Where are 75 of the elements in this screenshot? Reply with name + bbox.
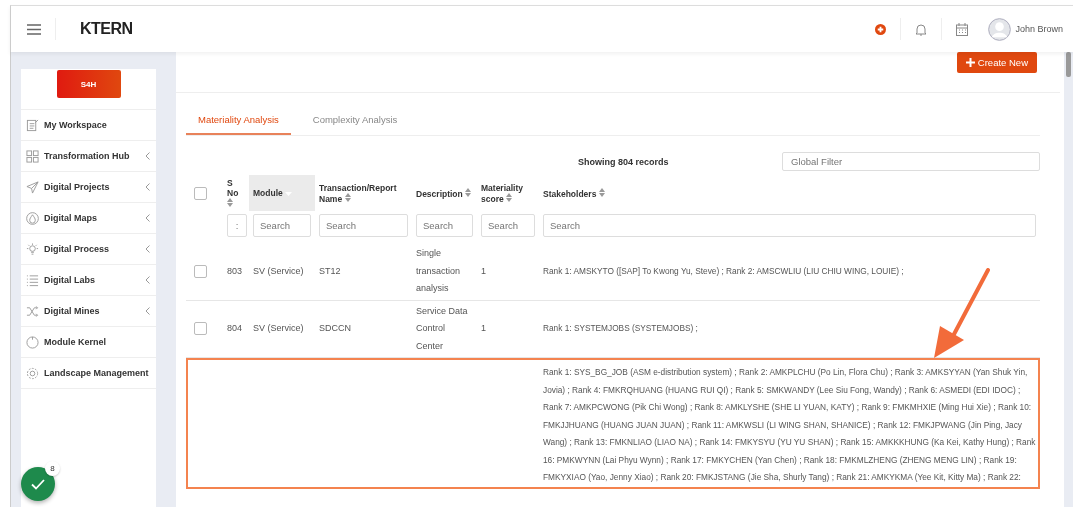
column-header[interactable]: Module [249, 175, 315, 211]
column-filter-field[interactable]: Search [319, 214, 408, 237]
sidebar-item[interactable]: Digital Labs [21, 265, 156, 296]
table-cell: SDCCN [319, 323, 351, 333]
user-name[interactable]: John Brown [1015, 24, 1063, 34]
sidebar-item[interactable]: Digital Mines [21, 296, 156, 327]
column-header[interactable]: Stakeholders [539, 175, 1040, 211]
sidebar-item[interactable]: Digital Projects [21, 172, 156, 203]
table-cell: Rank 1: SYS_BG_JOB (ASM e-distribution system) ; Rank 2: AMKPLCHU (Po Lin, Flora Chu) ; Rank 3: AMKSYYAN (Yan Shuk Yin, Jovia) ; Rank 4: FMKRQHUANG (HUANG RUI QI) ; Rank 5: SMKWANDY (Lee Siu Fong, Wandy) ; Rank 6: ASMEDI (EDI IDOC) ; Rank 7: AMKPCWONG (Pik Chi Wong) ; Rank 8: AMKLYSHE (SHE LI YUAN, KATY) ; Rank 9: FMKMHXIE (Ming Hui Xie) ; Rank 10: FMKJJHUANG (HUANG JUAN JUAN) ; Rank 11: AMKWSLI (LI WING SHAN, SHANICE) ; Rank 12: FMKJPWANG (Jin Ping, Jacy Wang) ; Rank 13: FMKNLIAO (LIAO NA) ; Rank 14: FMKYSYU (YU YU SHAN) ; Rank 15: AMKKKHUNG (Ka Kei, Kathy Hung) ; Rank 16: PMKWYNN (Lai Phyu Wynn) ; Rank 17: FMKYCHEN (Yan Chen) ; Rank 18: FMKMLZHENG (ZHENG MENG LIN) ; Rank 19: FMKYXIAO (Yao, Jenny Xiao) ; Rank 20: FMKJSTANG (Jie Sha, Shurly Tang) ; Rank 21: AMKYKMA (Yee Kit, Kitty Ma) ; Rank 22: [543, 367, 1036, 482]
table-cell: ST12 [319, 265, 341, 276]
sidebar-item[interactable]: Transformation Hub [21, 141, 156, 172]
select-all-checkbox[interactable] [194, 186, 207, 200]
tab[interactable]: Materiality Analysis [186, 108, 291, 135]
nav-icon [26, 118, 39, 132]
avatar-icon[interactable] [988, 17, 1012, 41]
nav-icon [26, 242, 39, 256]
table-cell: Single transaction analysis [416, 248, 461, 293]
sidebar-item[interactable]: Digital Maps [21, 203, 156, 234]
chevron-left-icon[interactable] [145, 307, 150, 315]
record-count: Showing 804 records [578, 156, 670, 167]
nav-icon [26, 366, 39, 380]
chevron-left-icon[interactable] [145, 183, 150, 191]
notification-icon[interactable] [915, 22, 928, 36]
column-header[interactable]: Transaction/Report Name [315, 175, 412, 211]
row-checkbox[interactable] [194, 322, 207, 336]
column-filter-field[interactable]: Search [481, 214, 535, 237]
sidebar-item[interactable]: Digital Process [21, 234, 156, 265]
column-header[interactable]: Description [412, 175, 477, 211]
sort-icon [344, 192, 351, 202]
table-cell: Service Data Control Center [416, 305, 468, 351]
column-filter-field[interactable]: : [227, 214, 247, 237]
brand-logo: KTERN [80, 20, 133, 38]
calendar-icon[interactable] [956, 22, 969, 36]
create-new-button[interactable]: Create New [956, 52, 1037, 73]
chevron-left-icon[interactable] [145, 214, 150, 222]
nav-icon [26, 211, 39, 225]
sidebar-item[interactable]: Module Kernel [21, 327, 156, 358]
row-checkbox[interactable] [194, 264, 207, 278]
table-cell: Rank 1: SYSTEMJOBS (SYSTEMJOBS) ; [543, 323, 698, 333]
table-cell: 804 [227, 323, 243, 333]
global-filter-field[interactable]: Global Filter [782, 152, 1040, 171]
sort-icon [598, 187, 605, 197]
column-header[interactable]: S No [223, 175, 249, 211]
table-cell: Rank 1: AMSKYTO ([SAP] To Kwong Yu, Steve) ; Rank 2: AMSCWLIU (LIU CHIU WING, LOUIE) ; [543, 265, 904, 276]
sort-icon [465, 187, 472, 197]
table-cell: 1 [481, 265, 486, 276]
table-cell: 803 [227, 265, 243, 276]
column-filter-field[interactable]: Search [416, 214, 473, 237]
column-filter-field[interactable]: Search [253, 214, 311, 237]
nav-icon [26, 335, 39, 349]
status-button[interactable] [21, 467, 55, 501]
sidebar-item[interactable]: Landscape Management [21, 358, 156, 389]
notification-count: 8 [45, 461, 60, 476]
column-filter-field[interactable]: Search [543, 214, 1036, 237]
scrollbar[interactable] [1064, 52, 1073, 507]
chevron-left-icon[interactable] [145, 276, 150, 284]
chevron-left-icon[interactable] [145, 245, 150, 253]
sort-icon [227, 197, 233, 207]
tab[interactable]: Complexity Analysis [300, 108, 410, 135]
nav-icon [26, 273, 39, 287]
plus-icon [965, 58, 975, 67]
nav-icon [26, 304, 39, 318]
add-icon[interactable] [875, 23, 887, 35]
menu-icon[interactable] [27, 23, 41, 35]
nav-icon [26, 149, 39, 163]
table-cell: SV (Service) [253, 323, 304, 333]
sidebar-item[interactable]: My Workspace [21, 110, 156, 141]
nav-icon [26, 180, 39, 194]
checkmark-icon [31, 478, 45, 490]
sort-icon [506, 192, 513, 202]
column-header[interactable]: Materiality score [477, 175, 539, 211]
table-cell: SV (Service) [253, 265, 304, 276]
table-cell: 1 [481, 323, 486, 333]
chevron-left-icon[interactable] [145, 152, 150, 160]
system-badge[interactable]: S4H [56, 70, 121, 98]
